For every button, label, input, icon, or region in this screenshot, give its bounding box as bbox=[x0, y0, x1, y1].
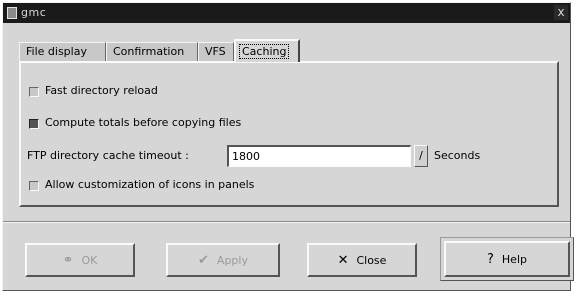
tab-label: Confirmation bbox=[113, 45, 185, 58]
help-question-icon: ? bbox=[487, 251, 494, 267]
title-bar[interactable]: gmc x bbox=[3, 3, 570, 23]
ok-button[interactable]: ⚭ OK bbox=[25, 243, 135, 277]
tab-label: Caching bbox=[239, 44, 290, 59]
ftp-cache-timeout-input[interactable] bbox=[227, 145, 411, 167]
checkbox-indicator[interactable] bbox=[29, 181, 39, 191]
checkbox-label: Fast directory reload bbox=[45, 84, 158, 97]
caching-panel: Fast directory reload Compute totals bef… bbox=[19, 61, 559, 207]
ok-icon: ⚭ bbox=[62, 252, 74, 268]
tab-label: VFS bbox=[205, 45, 226, 58]
ftp-cache-timeout-spin-button[interactable]: / bbox=[414, 145, 428, 167]
ok-button-label: OK bbox=[81, 253, 98, 267]
tab-caching[interactable]: Caching bbox=[234, 39, 300, 62]
window-title: gmc bbox=[21, 6, 47, 19]
preferences-dialog: gmc x File display Confirmation VFS Cach… bbox=[2, 2, 574, 291]
apply-button-label: Apply bbox=[216, 253, 248, 267]
tab-vfs[interactable]: VFS bbox=[198, 42, 234, 61]
tab-label: File display bbox=[26, 45, 87, 58]
checkbox-label: Compute totals before copying files bbox=[45, 116, 242, 129]
help-button[interactable]: ? Help bbox=[444, 241, 570, 277]
close-button[interactable]: ✕ Close bbox=[307, 243, 417, 277]
button-separator bbox=[3, 221, 570, 223]
close-button-label: Close bbox=[356, 253, 387, 267]
close-x-icon: ✕ bbox=[337, 252, 349, 268]
window-close-button[interactable]: x bbox=[554, 5, 568, 20]
help-button-label: Help bbox=[501, 252, 527, 266]
ftp-cache-timeout-label: FTP directory cache timeout : bbox=[27, 149, 189, 162]
checkbox-indicator[interactable] bbox=[29, 87, 39, 97]
window-menu-icon[interactable] bbox=[7, 7, 17, 19]
tab-file-display[interactable]: File display bbox=[19, 42, 106, 61]
apply-button[interactable]: ✔ Apply bbox=[166, 243, 280, 277]
checkbox-label: Allow customization of icons in panels bbox=[45, 178, 255, 191]
tab-confirmation[interactable]: Confirmation bbox=[106, 42, 198, 61]
apply-check-icon: ✔ bbox=[198, 252, 209, 268]
checkbox-indicator[interactable] bbox=[29, 119, 39, 129]
ftp-cache-timeout-unit: Seconds bbox=[434, 149, 481, 162]
